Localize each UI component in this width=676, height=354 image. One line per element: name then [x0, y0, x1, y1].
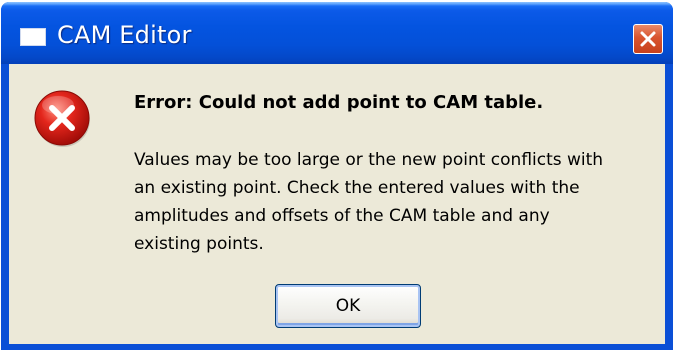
title-bar[interactable]: CAM Editor — [1, 2, 673, 64]
window-title: CAM Editor — [57, 21, 192, 49]
dialog-window: CAM Editor Error: Could not add point to… — [1, 2, 673, 350]
close-icon — [640, 31, 656, 47]
ok-button[interactable]: OK — [275, 284, 421, 328]
error-message: Values may be too large or the new point… — [134, 146, 654, 258]
error-message-line: existing points. — [134, 234, 264, 254]
error-message-line: amplitudes and offsets of the CAM table … — [134, 206, 550, 226]
dialog-body: Error: Could not add point to CAM table.… — [9, 64, 665, 344]
close-button[interactable] — [633, 24, 663, 54]
window-app-icon — [20, 28, 46, 46]
error-message-line: an existing point. Check the entered val… — [134, 178, 580, 198]
error-icon — [34, 90, 90, 147]
error-heading: Error: Could not add point to CAM table. — [134, 92, 544, 113]
error-message-line: Values may be too large or the new point… — [134, 150, 604, 170]
